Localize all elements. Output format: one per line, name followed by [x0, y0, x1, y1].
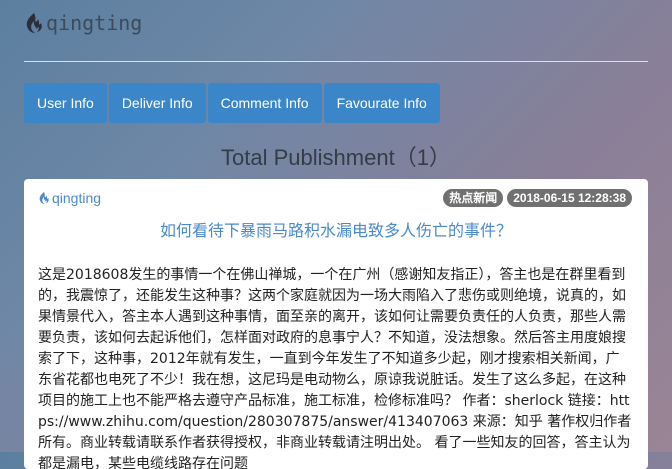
nav-deliver-info-button[interactable]: Deliver Info [108, 83, 206, 123]
header-divider [24, 61, 648, 62]
category-badge: 热点新闻 [443, 189, 504, 207]
flame-logo-icon [26, 13, 42, 33]
flame-logo-icon [39, 192, 49, 204]
profile-nav: User Info Deliver Info Comment Info Favo… [24, 83, 442, 123]
post-card: qingting 热点新闻 2018-06-15 12:28:38 如何看待下暴… [24, 179, 648, 469]
datetime-badge: 2018-06-15 12:28:38 [507, 189, 632, 207]
post-body: 这是2018608发生的事情一个在佛山禅城，一个在广州（感谢知友指正），答主也是… [38, 267, 632, 469]
logo-text: qingting [46, 11, 143, 35]
page-heading: Total Publishment（1） [221, 145, 451, 170]
nav-user-info-button[interactable]: User Info [24, 83, 107, 123]
post-author[interactable]: qingting [38, 190, 101, 206]
nav-favourate-info-button[interactable]: Favourate Info [323, 83, 440, 123]
post-badges: 热点新闻 2018-06-15 12:28:38 [439, 189, 632, 207]
nav-comment-info-button[interactable]: Comment Info [207, 83, 322, 123]
site-logo[interactable]: qingting [24, 8, 142, 38]
author-name: qingting [52, 190, 102, 206]
post-title[interactable]: 如何看待下暴雨马路积水漏电致多人伤亡的事件？ [24, 217, 648, 241]
